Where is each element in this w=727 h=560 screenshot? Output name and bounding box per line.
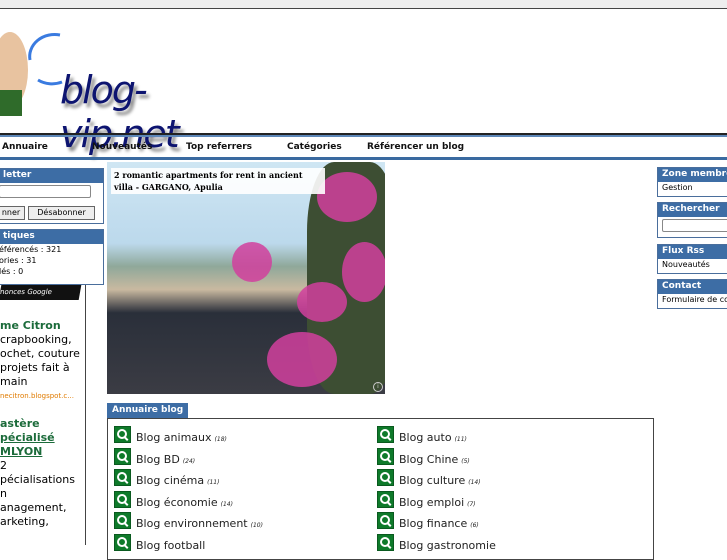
search-icon <box>377 512 394 529</box>
gestion-link[interactable]: Gestion <box>658 182 727 193</box>
search-box: Rechercher <box>657 202 727 238</box>
ad-line: 2 <box>0 459 7 472</box>
directory-item-count: (7) <box>467 500 476 508</box>
zone-membre-box: Zone membre Gestion <box>657 167 727 197</box>
newsletter-title: letter <box>0 169 103 183</box>
ad-line: projets fait à <box>0 361 70 374</box>
directory-item-count: (18) <box>214 436 227 443</box>
stats-title: tiques <box>0 230 103 244</box>
zone-membre-title: Zone membre <box>658 168 727 182</box>
contact-form-link[interactable]: Formulaire de co <box>658 294 727 305</box>
rss-nouveautes-link[interactable]: Nouveautés <box>658 259 727 270</box>
browser-strip <box>0 0 727 9</box>
search-icon <box>114 447 131 465</box>
stat-other: lés : 0 <box>0 267 24 276</box>
directory-tab[interactable]: Annuaire blog <box>107 403 189 418</box>
rss-title: Flux Rss <box>658 245 727 259</box>
search-icon <box>377 533 394 551</box>
directory-item[interactable]: Blog gastronomie <box>377 533 499 552</box>
google-ads: nonces Google me Citron crapbooking, och… <box>0 285 86 545</box>
nav-categories[interactable]: Catégories <box>287 142 342 152</box>
search-icon <box>114 426 131 443</box>
search-input[interactable] <box>662 219 727 232</box>
directory-item-label: Blog auto <box>399 431 452 444</box>
directory-item[interactable]: Blog économie (14) <box>114 490 233 509</box>
search-title: Rechercher <box>658 203 727 217</box>
site-logo[interactable]: blog-vip.net <box>0 20 260 156</box>
stat-categories: ories : 31 <box>0 256 37 265</box>
contact-title: Contact <box>658 280 727 294</box>
ads-label: nonces Google <box>0 285 82 300</box>
ad-title-line2[interactable]: pécialisé <box>0 431 85 445</box>
directory-item-label: Blog emploi <box>399 495 465 509</box>
directory-item-label: Blog BD <box>136 452 180 466</box>
directory-item-label: Blog gastronomie <box>399 538 496 552</box>
ad-line: n <box>0 487 7 500</box>
ad-line: pécialisations <box>0 473 75 486</box>
directory-item[interactable]: Blog Chine (5) <box>377 447 470 466</box>
nav-nouveautes[interactable]: Nouveautés <box>92 142 152 152</box>
directory-item-count: (6) <box>470 522 479 529</box>
directory-item[interactable]: Blog animaux (18) <box>114 426 227 444</box>
directory-item[interactable]: Blog auto (11) <box>377 426 467 444</box>
ad-line: crapbooking, <box>0 333 72 346</box>
directory-item-count: (14) <box>468 479 481 486</box>
photo-ad-caption: 2 romantic apartments for rent in ancien… <box>111 168 325 194</box>
directory-item-count: (11) <box>207 479 220 486</box>
photo-ad[interactable]: 2 romantic apartments for rent in ancien… <box>107 162 385 394</box>
directory-item-label: Blog finance <box>399 517 468 530</box>
search-icon <box>114 469 131 486</box>
directory-item[interactable]: Blog cinéma (11) <box>114 469 219 487</box>
directory-item-count: (5) <box>461 457 470 465</box>
directory-item-count: (10) <box>250 522 263 529</box>
ad-info-icon[interactable]: i <box>373 382 383 392</box>
nav-referencer[interactable]: Référencer un blog <box>367 142 464 152</box>
unsubscribe-button[interactable]: Désabonner <box>28 206 95 220</box>
ad-title-line3[interactable]: MLYON <box>0 445 85 459</box>
newsletter-box: letter nner Désabonner <box>0 168 104 224</box>
directory-item-label: Blog Chine <box>399 452 459 466</box>
ad-line: ochet, couture <box>0 347 80 360</box>
stats-box: tiques éférencés : 321 ories : 31 lés : … <box>0 229 104 285</box>
ad-title[interactable]: astère <box>0 417 85 431</box>
newsletter-email-input[interactable] <box>0 185 91 198</box>
directory-item-label: Blog football <box>136 538 206 552</box>
directory-item[interactable]: Blog finance (6) <box>377 512 479 530</box>
nav-top-referrers[interactable]: Top referrers <box>186 142 252 152</box>
search-icon <box>114 512 131 529</box>
directory-item-label: Blog économie <box>136 495 218 509</box>
directory-item[interactable]: Blog football <box>114 533 208 552</box>
main-nav: Annuaire Nouveautés Top referrers Catégo… <box>0 133 727 160</box>
nav-annuaire[interactable]: Annuaire <box>2 142 48 152</box>
stat-blogs: éférencés : 321 <box>0 245 62 254</box>
directory-item[interactable]: Blog environnement (10) <box>114 512 263 530</box>
search-icon <box>377 447 394 465</box>
search-icon <box>114 533 131 551</box>
search-icon <box>377 426 394 443</box>
directory-item-count: (14) <box>220 500 233 508</box>
rss-box: Flux Rss Nouveautés <box>657 244 727 274</box>
ad-title[interactable]: me Citron <box>0 319 85 333</box>
directory-item-label: Blog environnement <box>136 517 248 530</box>
directory-item[interactable]: Blog emploi (7) <box>377 490 476 509</box>
directory-box: Blog animaux (18) Blog auto (11) Blog BD (24)… <box>107 418 654 560</box>
ad-line: anagement, <box>0 501 67 514</box>
subscribe-button[interactable]: nner <box>0 206 25 220</box>
directory-item-count: (24) <box>182 457 196 465</box>
directory-item-label: Blog cinéma <box>136 474 205 487</box>
ad-line: main <box>0 375 28 388</box>
search-icon <box>377 469 394 486</box>
search-icon <box>114 490 131 508</box>
directory-item-count: (11) <box>454 436 467 443</box>
search-icon <box>377 490 394 508</box>
directory-item[interactable]: Blog culture (14) <box>377 469 481 487</box>
directory-item-label: Blog culture <box>399 474 466 487</box>
ad-url[interactable]: necitron.blogspot.c... <box>0 389 85 403</box>
ad-line: arketing, <box>0 515 49 528</box>
directory-item[interactable]: Blog BD (24) <box>114 447 196 466</box>
contact-box: Contact Formulaire de co <box>657 279 727 309</box>
directory-item-label: Blog animaux <box>136 431 212 444</box>
